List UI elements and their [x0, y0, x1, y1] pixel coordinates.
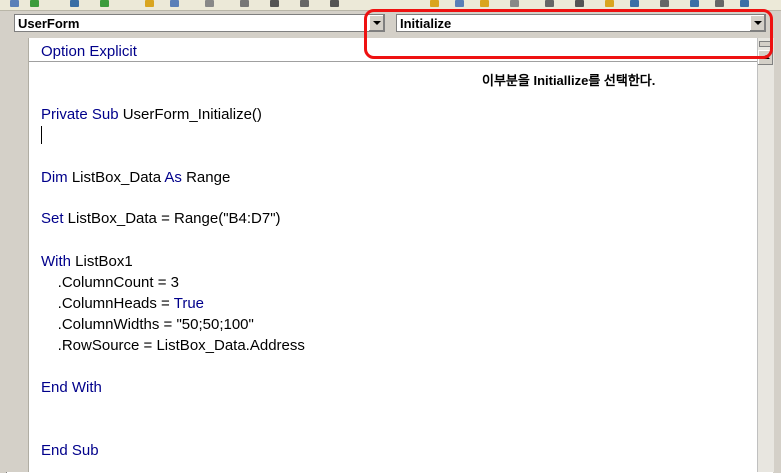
code-line-end-sub: End Sub — [41, 442, 99, 459]
split-bar[interactable] — [759, 41, 772, 47]
toolbar-icon[interactable] — [480, 0, 489, 7]
chevron-down-icon — [754, 21, 762, 25]
procedure-combo-dropdown-button[interactable] — [749, 15, 765, 31]
code-line-column-widths: .ColumnWidths = "50;50;100" — [41, 316, 254, 333]
keyword: With — [41, 253, 71, 270]
margin-indicator-bar[interactable] — [6, 38, 29, 472]
code-line-option-explicit: Option Explicit — [41, 43, 137, 60]
toolbar-icon[interactable] — [715, 0, 724, 7]
chevron-up-icon — [762, 55, 770, 59]
vertical-scrollbar[interactable] — [757, 38, 774, 472]
procedure-divider — [29, 61, 757, 62]
toolbar-icon[interactable] — [660, 0, 669, 7]
toolbar-icon[interactable] — [430, 0, 439, 7]
code-line-column-count: .ColumnCount = 3 — [41, 274, 179, 291]
toolbar-icon[interactable] — [145, 0, 154, 7]
object-combo-value: UserForm — [18, 16, 80, 31]
combo-row: UserForm Initialize — [0, 11, 781, 35]
toolbar-icon[interactable] — [630, 0, 639, 7]
toolbar-icon[interactable] — [300, 0, 309, 7]
toolbar-icon[interactable] — [605, 0, 614, 7]
toolbar-icon[interactable] — [575, 0, 584, 7]
toolbar-icon[interactable] — [100, 0, 109, 7]
code-line-dim: Dim ListBox_Data As Range — [41, 169, 230, 187]
keyword: Set — [41, 210, 64, 227]
toolbar-icon[interactable] — [205, 0, 214, 7]
annotation-note: 이부분을 Initiallize를 선택한다. — [482, 73, 656, 88]
toolbar-icon[interactable] — [30, 0, 39, 7]
window-edge — [774, 11, 781, 472]
code-text: .ColumnHeads = — [41, 295, 174, 312]
procedure-combo[interactable]: Initialize — [396, 14, 766, 32]
toolbar-icon[interactable] — [240, 0, 249, 7]
code-editor[interactable] — [29, 38, 757, 472]
code-line-with: With ListBox1 — [41, 253, 133, 271]
code-text: Range — [181, 169, 231, 186]
scroll-up-button[interactable] — [758, 50, 773, 65]
code-text: ListBox_Data — [67, 169, 165, 186]
toolbar-icon[interactable] — [330, 0, 339, 7]
object-combo-dropdown-button[interactable] — [368, 15, 384, 31]
toolbar-icon[interactable] — [690, 0, 699, 7]
keyword: Dim — [41, 169, 68, 186]
code-line-set: Set ListBox_Data = Range("B4:D7") — [41, 210, 281, 228]
code-line-sub-declaration: Private Sub UserForm_Initialize() — [41, 106, 262, 124]
toolbar-icon[interactable] — [10, 0, 19, 7]
keyword: As — [164, 169, 182, 186]
procedure-combo-value: Initialize — [400, 16, 452, 31]
object-combo[interactable]: UserForm — [14, 14, 385, 32]
toolbar-icon[interactable] — [455, 0, 464, 7]
toolbar-icon[interactable] — [270, 0, 279, 7]
toolbar-icon[interactable] — [740, 0, 749, 7]
code-line-column-heads: .ColumnHeads = True — [41, 295, 204, 313]
code-text: ListBox_Data = Range("B4:D7") — [63, 210, 281, 227]
chevron-down-icon — [373, 21, 381, 25]
keyword: Private Sub — [41, 106, 119, 123]
toolbar-icon[interactable] — [545, 0, 554, 7]
toolbar-icon[interactable] — [170, 0, 179, 7]
text-cursor — [41, 126, 42, 144]
code-line-end-with: End With — [41, 379, 102, 396]
toolbar — [0, 0, 781, 11]
code-text: ListBox1 — [71, 253, 133, 270]
code-line-row-source: .RowSource = ListBox_Data.Address — [41, 337, 305, 354]
toolbar-icon[interactable] — [510, 0, 519, 7]
keyword: True — [173, 295, 205, 312]
code-text: UserForm_Initialize() — [118, 106, 262, 123]
toolbar-icon[interactable] — [70, 0, 79, 7]
